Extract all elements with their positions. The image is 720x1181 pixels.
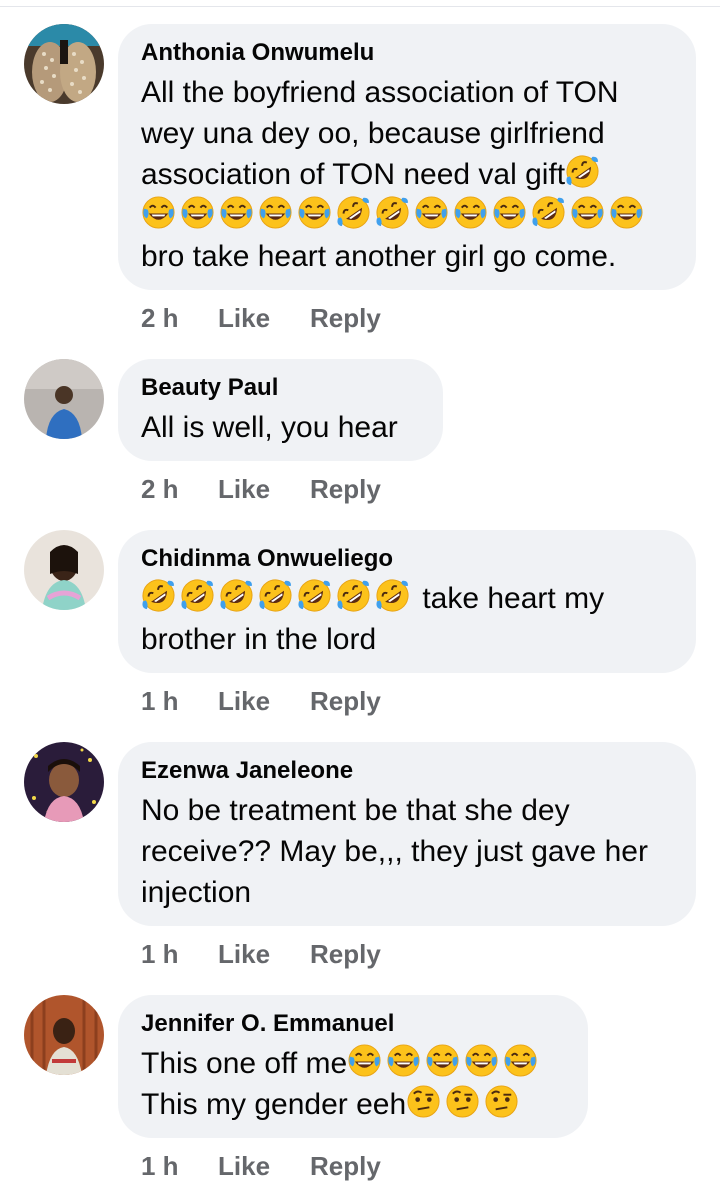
comment-text: No be treatment be that she dey receive?…	[141, 790, 656, 913]
joy-emoji-icon	[414, 195, 449, 230]
avatar[interactable]	[24, 995, 104, 1075]
comment-actions: 1 h Like Reply	[141, 1151, 381, 1181]
emoji-row	[406, 1085, 523, 1121]
like-button[interactable]: Like	[218, 1151, 310, 1181]
rofl-emoji-icon	[219, 578, 254, 613]
comment-line: This my gender eeh	[141, 1084, 548, 1125]
rofl-emoji-icon	[180, 578, 215, 613]
comment-line: take heart my	[141, 578, 656, 619]
comment-text: take heart my brother in the lord	[141, 578, 656, 660]
like-button[interactable]: Like	[218, 939, 310, 969]
comment-timestamp[interactable]: 1 h	[141, 686, 218, 716]
joy-emoji-icon	[347, 1043, 382, 1078]
comment-line-text: association of TON need val gift	[141, 158, 566, 191]
joy-emoji-icon	[258, 195, 293, 230]
joy-emoji-icon	[141, 195, 176, 230]
comment-line: wey una dey oo, because girlfriend	[141, 117, 605, 150]
joy-emoji-icon	[492, 195, 527, 230]
comment-line: This one off me	[141, 1043, 548, 1084]
comment-author[interactable]: Ezenwa Janeleone	[141, 756, 656, 786]
raised-eyebrow-emoji-icon	[484, 1084, 519, 1119]
reply-button[interactable]: Reply	[310, 939, 381, 969]
comment-timestamp[interactable]: 2 h	[141, 303, 218, 333]
comment-line: injection	[141, 876, 252, 909]
comment-bubble: Anthonia Onwumelu All the boyfriend asso…	[118, 24, 696, 290]
joy-emoji-icon	[464, 1043, 499, 1078]
comment-line: All is well, you hear	[141, 411, 398, 444]
like-button[interactable]: Like	[218, 474, 310, 504]
reply-button[interactable]: Reply	[310, 474, 381, 504]
comment-text: All is well, you hear	[141, 407, 403, 448]
avatar[interactable]	[24, 530, 104, 610]
rofl-emoji-icon	[336, 195, 371, 230]
like-button[interactable]: Like	[218, 303, 310, 333]
comment-line: All the boyfriend association of TON	[141, 76, 619, 109]
emoji-row	[141, 195, 656, 236]
comment-line-text: This one off me	[141, 1047, 348, 1080]
rofl-emoji-icon	[375, 195, 410, 230]
emoji-row	[141, 579, 414, 615]
joy-emoji-icon	[425, 1043, 460, 1078]
comment-line: No be treatment be that she dey	[141, 794, 570, 827]
comment-actions: 2 h Like Reply	[141, 303, 381, 333]
reply-button[interactable]: Reply	[310, 1151, 381, 1181]
joy-emoji-icon	[453, 195, 488, 230]
rofl-emoji-icon	[531, 195, 566, 230]
avatar[interactable]	[24, 24, 104, 104]
comment-line-text: This my gender eeh	[141, 1088, 407, 1121]
comment-text: All the boyfriend association of TON wey…	[141, 72, 656, 277]
comment-actions: 1 h Like Reply	[141, 686, 381, 716]
joy-emoji-icon	[570, 195, 605, 230]
like-button[interactable]: Like	[218, 686, 310, 716]
avatar[interactable]	[24, 742, 104, 822]
raised-eyebrow-emoji-icon	[445, 1084, 480, 1119]
raised-eyebrow-emoji-icon	[406, 1084, 441, 1119]
comment-line: association of TON need val gift	[141, 154, 656, 195]
joy-emoji-icon	[180, 195, 215, 230]
rofl-emoji-icon	[336, 578, 371, 613]
joy-emoji-icon	[386, 1043, 421, 1078]
rofl-emoji-icon	[258, 578, 293, 613]
joy-emoji-icon	[503, 1043, 538, 1078]
reply-button[interactable]: Reply	[310, 686, 381, 716]
comment-line: bro take heart another girl go come.	[141, 240, 617, 273]
comment-timestamp[interactable]: 2 h	[141, 474, 218, 504]
comment-author[interactable]: Beauty Paul	[141, 373, 403, 403]
rofl-emoji-icon	[141, 578, 176, 613]
comment-text: This one off me This my gender eeh	[141, 1043, 548, 1125]
comment-actions: 1 h Like Reply	[141, 939, 381, 969]
emoji-row	[347, 1044, 542, 1080]
rofl-emoji-icon	[565, 154, 600, 189]
comment-line: receive?? May be,,, they just gave her	[141, 835, 648, 868]
top-divider	[0, 6, 720, 7]
comment-timestamp[interactable]: 1 h	[141, 939, 218, 969]
comment-author[interactable]: Anthonia Onwumelu	[141, 38, 656, 68]
comment-line: brother in the lord	[141, 623, 377, 656]
comment-author[interactable]: Chidinma Onwueliego	[141, 544, 656, 574]
joy-emoji-icon	[219, 195, 254, 230]
comment-bubble: Chidinma Onwueliego take heart my brothe…	[118, 530, 696, 673]
comment-line-text: take heart my	[414, 582, 605, 615]
comment-bubble: Ezenwa Janeleone No be treatment be that…	[118, 742, 696, 926]
comment-actions: 2 h Like Reply	[141, 474, 381, 504]
joy-emoji-icon	[297, 195, 332, 230]
avatar[interactable]	[24, 359, 104, 439]
rofl-emoji-icon	[297, 578, 332, 613]
joy-emoji-icon	[609, 195, 644, 230]
comment-timestamp[interactable]: 1 h	[141, 1151, 218, 1181]
comment-bubble: Beauty Paul All is well, you hear	[118, 359, 443, 461]
comment-bubble: Jennifer O. Emmanuel This one off me Thi…	[118, 995, 588, 1138]
comment-author[interactable]: Jennifer O. Emmanuel	[141, 1009, 548, 1039]
reply-button[interactable]: Reply	[310, 303, 381, 333]
rofl-emoji-icon	[375, 578, 410, 613]
